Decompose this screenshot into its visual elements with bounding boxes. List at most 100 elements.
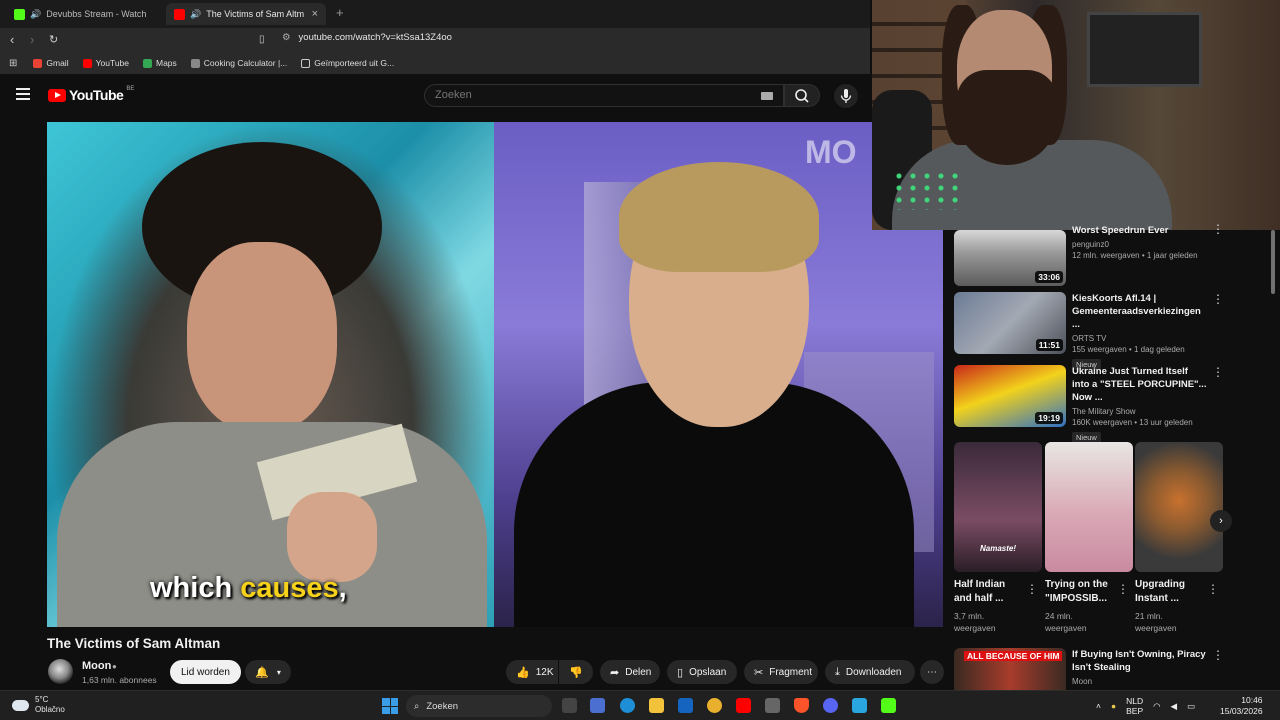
edge-icon[interactable] [620, 698, 635, 713]
recommendation-channel[interactable]: The Military Show [1072, 407, 1207, 416]
channel-avatar[interactable] [48, 659, 73, 684]
bookmark-icon[interactable]: ▯ [259, 34, 265, 45]
recommendation-title[interactable]: KiesKoorts Afl.14 | Gemeenteraadsverkiez… [1072, 292, 1207, 331]
recommendation-title[interactable]: Ukraine Just Turned Itself into a "STEEL… [1072, 365, 1207, 404]
recommendation-channel[interactable]: ORTS TV [1072, 334, 1207, 343]
more-actions-button[interactable]: ⋯ [920, 660, 944, 684]
tab-devubbs[interactable]: 🔊 Devubbs Stream - Watch Live on [6, 3, 156, 25]
battery-icon[interactable]: ▭ [1187, 701, 1195, 712]
youtube-logo[interactable]: YouTube BE [48, 86, 135, 103]
more-options-icon[interactable]: ⋮ [1026, 582, 1038, 596]
outlook-icon[interactable] [678, 698, 693, 713]
like-button[interactable]: 👍 12K [506, 660, 558, 684]
file-explorer-icon[interactable] [649, 698, 664, 713]
language-indicator[interactable]: NLD BEP [1126, 696, 1143, 716]
brave-icon[interactable] [794, 698, 809, 713]
search-button[interactable] [784, 84, 820, 107]
site-info-icon[interactable]: ⚙ [282, 32, 291, 43]
start-button[interactable] [382, 698, 398, 714]
short-item[interactable]: Upgrading Instant ... 21 mln. weergaven … [1135, 442, 1223, 634]
recommended-video[interactable]: 33:06 Worst Speedrun Ever penguinz0 12 m… [954, 222, 1230, 292]
browser-tab-bar: 🔊 Devubbs Stream - Watch Live on 🔊 The V… [0, 0, 870, 28]
reload-icon[interactable]: ↻ [49, 33, 58, 46]
wifi-icon[interactable]: ◠ [1153, 701, 1160, 712]
video-thumbnail[interactable]: 19:19 [954, 365, 1066, 427]
short-thumbnail[interactable] [1045, 442, 1133, 572]
short-item[interactable]: Namaste! Half Indian and half ... 3,7 ml… [954, 442, 1042, 634]
video-thumbnail[interactable]: 33:06 [954, 230, 1066, 286]
video-thumbnail[interactable]: ALL BECAUSE OF HIM [954, 648, 1066, 690]
url-field[interactable]: ⚙ youtube.com/watch?v=ktSsa13Z4oo [282, 32, 452, 43]
apps-grid-icon[interactable]: ⊞ [9, 58, 17, 69]
keyboard-layout: BEP [1126, 706, 1144, 716]
short-title[interactable]: Trying on the "IMPOSSIB... [1045, 578, 1115, 606]
forward-icon[interactable]: › [30, 32, 34, 47]
bookmark-gmail[interactable]: Gmail [33, 58, 69, 68]
save-button[interactable]: ▯ Opslaan [667, 660, 737, 684]
search-box[interactable] [424, 84, 784, 107]
gmail-icon [33, 58, 43, 68]
bookmark-imported-folder[interactable]: Geïmporteerd uit G... [301, 58, 394, 68]
download-button[interactable]: ⤓ Downloaden [825, 660, 915, 684]
back-icon[interactable]: ‹ [10, 32, 14, 47]
bookmark-label: YouTube [95, 58, 129, 68]
recommended-video[interactable]: ALL BECAUSE OF HIM If Buying Isn't Ownin… [954, 648, 1230, 690]
country-code: BE [126, 86, 135, 92]
more-options-icon[interactable]: ⋮ [1117, 582, 1129, 596]
new-tab-button[interactable]: + [336, 5, 344, 20]
short-thumbnail[interactable]: Namaste! [954, 442, 1042, 572]
chevron-up-icon[interactable]: ˄ [1096, 701, 1101, 711]
bookmark-cooking[interactable]: Cooking Calculator |... [190, 58, 287, 68]
video-player[interactable]: MO which causes, [47, 122, 943, 627]
recommendation-title[interactable]: If Buying Isn't Owning, Piracy Isn't Ste… [1072, 648, 1207, 674]
more-options-icon[interactable]: ⋮ [1212, 292, 1224, 306]
weather-widget[interactable]: 5°C Oblačno [12, 695, 65, 715]
short-title[interactable]: Half Indian and half ... [954, 578, 1024, 606]
taskbar-search[interactable]: ⌕ Zoeken [406, 695, 552, 717]
search-input[interactable] [435, 89, 755, 101]
voice-search-button[interactable] [834, 84, 858, 108]
microphone-tray-icon[interactable]: ● [1111, 701, 1116, 711]
more-options-icon[interactable]: ⋮ [1212, 648, 1224, 662]
shorts-next-button[interactable]: › [1210, 510, 1232, 532]
menu-icon[interactable] [16, 88, 30, 103]
volume-icon[interactable]: ◀ [1171, 701, 1178, 712]
recommended-video[interactable]: 19:19 Ukraine Just Turned Itself into a … [954, 365, 1230, 443]
clip-button[interactable]: ✂ Fragment [744, 660, 818, 684]
dislike-button[interactable]: 👎 [559, 660, 593, 684]
more-options-icon[interactable]: ⋮ [1212, 222, 1224, 236]
calculator-app-icon[interactable] [590, 698, 605, 713]
channel-name[interactable]: Moon [82, 660, 111, 672]
video-duration: 19:19 [1035, 412, 1063, 424]
youtube-app-icon[interactable] [736, 698, 751, 713]
short-thumbnail[interactable] [1135, 442, 1223, 572]
page-scrollbar[interactable] [1271, 230, 1275, 294]
short-title[interactable]: Upgrading Instant ... [1135, 578, 1205, 606]
recommendation-channel[interactable]: Moon [1072, 677, 1207, 686]
more-options-icon[interactable]: ⋮ [1212, 365, 1224, 379]
caption-highlight: causes [240, 572, 339, 604]
kick-app-icon[interactable] [881, 698, 896, 713]
more-options-icon[interactable]: ⋮ [1207, 582, 1219, 596]
short-item[interactable]: Trying on the "IMPOSSIB... 24 mln. weerg… [1045, 442, 1133, 634]
subscriber-count: 1,63 mln. abonnees [82, 675, 157, 685]
share-button[interactable]: ➦ Delen [600, 660, 660, 684]
recommendation-title[interactable]: Worst Speedrun Ever [1072, 224, 1207, 237]
tab-youtube-video[interactable]: 🔊 The Victims of Sam Altman - × [166, 3, 326, 25]
bookmark-youtube[interactable]: YouTube [82, 58, 129, 68]
address-bar: ‹ › ↻ ▯ ⚙ youtube.com/watch?v=ktSsa13Z4o… [0, 28, 870, 52]
video-thumbnail[interactable]: 11:51 [954, 292, 1066, 354]
chrome-icon[interactable] [707, 698, 722, 713]
discord-icon[interactable] [823, 698, 838, 713]
join-button[interactable]: Lid worden [170, 660, 241, 684]
keyboard-icon[interactable] [761, 92, 773, 100]
close-tab-icon[interactable]: × [312, 8, 318, 20]
taskbar-clock[interactable]: 10:46 15/03/2026 [1220, 695, 1263, 717]
recommendation-channel[interactable]: penguinz0 [1072, 240, 1207, 249]
bookmark-maps[interactable]: Maps [143, 58, 177, 68]
recommended-video[interactable]: 11:51 KiesKoorts Afl.14 | Gemeenteraadsv… [954, 292, 1230, 370]
task-view-icon[interactable] [562, 698, 577, 713]
calculator-icon[interactable] [765, 698, 780, 713]
app-icon[interactable] [852, 698, 867, 713]
notifications-button[interactable]: 🔔 ▾ [245, 660, 291, 684]
